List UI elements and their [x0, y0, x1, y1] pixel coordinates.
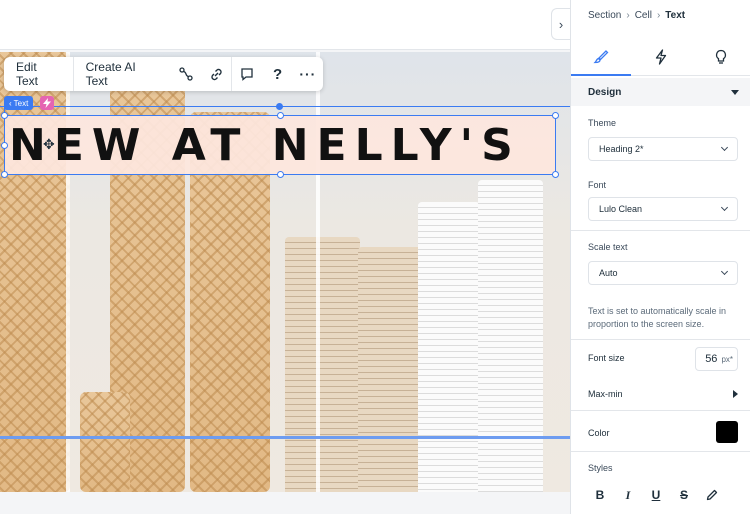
divider	[571, 451, 750, 452]
scale-text-value: Auto	[599, 268, 618, 278]
divider	[571, 339, 750, 340]
selection-guide-line	[0, 106, 570, 107]
chevron-down-icon	[720, 143, 729, 152]
create-ai-text-button[interactable]: Create AI Text	[74, 57, 171, 91]
bulb-icon	[715, 49, 727, 64]
style-buttons: B I U S	[591, 486, 721, 504]
scale-text-label: Scale text	[588, 242, 628, 252]
highlight-pen-icon[interactable]	[703, 486, 721, 504]
section-title: Design	[588, 86, 622, 98]
font-size-label: Font size	[588, 353, 625, 363]
cup-stack-image	[285, 237, 360, 492]
resize-handle[interactable]	[277, 112, 284, 119]
divider	[571, 230, 750, 231]
design-section-header[interactable]: Design	[571, 78, 750, 106]
resize-handle[interactable]	[552, 112, 559, 119]
divider	[571, 410, 750, 411]
bolt-icon	[43, 98, 51, 108]
brush-icon	[593, 49, 609, 63]
theme-label: Theme	[588, 118, 617, 128]
rotate-handle[interactable]	[276, 103, 283, 110]
chevron-left-icon: ‹	[9, 98, 12, 108]
breadcrumb: Section › Cell › Text	[588, 10, 685, 21]
resize-handle[interactable]	[1, 171, 8, 178]
edit-text-button[interactable]: Edit Text	[4, 57, 73, 91]
underline-icon[interactable]: U	[647, 486, 665, 504]
resize-handle[interactable]	[1, 142, 8, 149]
chevron-right-icon: ›	[626, 10, 630, 21]
element-type-label: Text	[13, 98, 29, 108]
caret-down-icon	[731, 89, 739, 95]
heading-text[interactable]: NEW AT NELLY'S	[9, 122, 521, 170]
cup-stack-image	[358, 247, 426, 492]
tab-interactions[interactable]	[631, 38, 691, 75]
inspector-panel: Section › Cell › Text Design Theme Headi…	[570, 0, 750, 514]
chevron-down-icon	[720, 267, 729, 276]
tab-design[interactable]	[571, 38, 631, 76]
comment-icon[interactable]	[232, 57, 262, 91]
font-value: Lulo Clean	[599, 204, 643, 214]
cone-stack-image	[80, 392, 130, 492]
editor-canvas[interactable]: › Edit Text Create AI Text ? ··· ‹ Text …	[0, 0, 570, 514]
more-options-icon[interactable]: ···	[293, 57, 323, 91]
color-swatch[interactable]	[716, 421, 738, 443]
breadcrumb-item-text: Text	[665, 10, 686, 21]
interaction-tag[interactable]	[40, 96, 54, 110]
cup-stack-image	[478, 180, 543, 492]
help-icon[interactable]: ?	[263, 57, 293, 91]
breadcrumb-item-section[interactable]: Section	[588, 10, 621, 21]
grid-guide-line	[0, 436, 570, 439]
resize-handle[interactable]	[277, 171, 284, 178]
resize-handle[interactable]	[552, 171, 559, 178]
chevron-down-icon	[720, 203, 729, 212]
panel-tabs	[571, 38, 750, 76]
canvas-top-area	[0, 0, 570, 50]
color-label: Color	[588, 428, 610, 438]
cup-stack-image	[418, 202, 480, 492]
bolt-icon	[655, 48, 667, 65]
strikethrough-icon[interactable]: S	[675, 486, 693, 504]
max-min-label: Max-min	[588, 389, 623, 399]
font-label: Font	[588, 180, 607, 190]
font-size-input[interactable]: 56 px*	[695, 347, 738, 371]
selected-text-element[interactable]: NEW AT NELLY'S ✥	[1, 112, 559, 178]
floating-toolbar: Edit Text Create AI Text ? ···	[4, 57, 323, 91]
styles-label: Styles	[588, 463, 613, 473]
font-size-value: 56	[705, 353, 718, 365]
scale-text-dropdown[interactable]: Auto	[588, 261, 738, 285]
max-min-row[interactable]: Max-min	[588, 389, 738, 399]
scale-text-note: Text is set to automatically scale in pr…	[588, 306, 727, 329]
link-icon[interactable]	[201, 57, 231, 91]
theme-dropdown[interactable]: Heading 2*	[588, 137, 738, 161]
chevron-right-icon: ›	[656, 10, 661, 21]
chevron-right-icon: ›	[558, 16, 564, 32]
element-type-tag[interactable]: ‹ Text	[4, 96, 34, 110]
animation-path-icon[interactable]	[171, 57, 201, 91]
font-dropdown[interactable]: Lulo Clean	[588, 197, 738, 221]
collapse-panel-button[interactable]: ›	[551, 8, 570, 40]
caret-right-icon	[733, 390, 738, 398]
bold-icon[interactable]: B	[591, 486, 609, 504]
breadcrumb-item-cell[interactable]: Cell	[635, 10, 652, 21]
italic-icon[interactable]: I	[619, 486, 637, 504]
theme-value: Heading 2*	[599, 144, 644, 154]
move-cursor-icon: ✥	[43, 136, 55, 152]
font-size-unit: px*	[721, 354, 733, 364]
tab-help[interactable]	[691, 38, 750, 75]
resize-handle[interactable]	[1, 112, 8, 119]
